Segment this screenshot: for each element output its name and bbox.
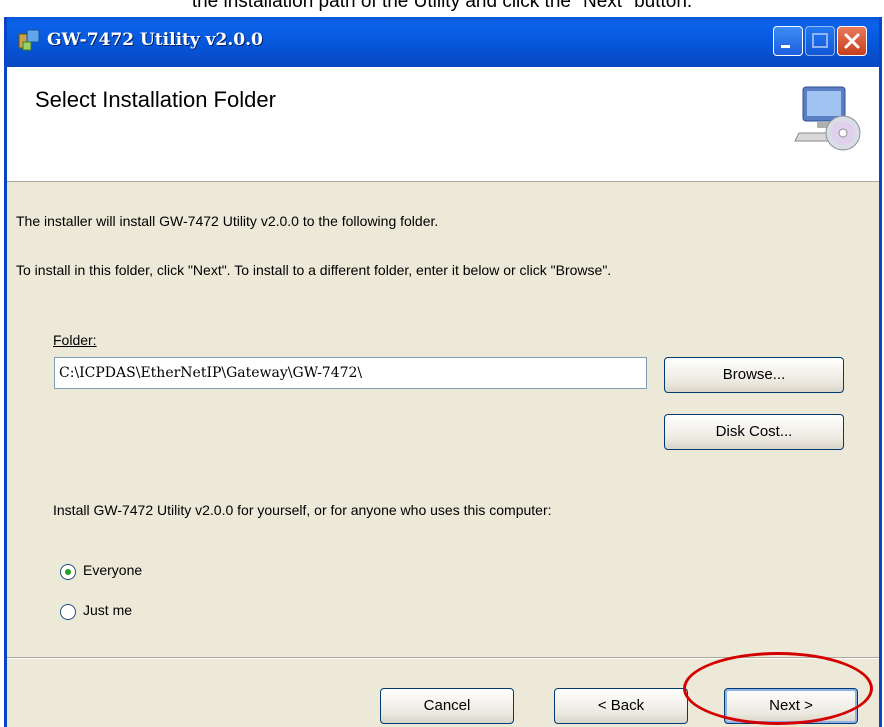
minimize-button[interactable] <box>773 26 803 56</box>
cancel-button[interactable]: Cancel <box>380 688 514 724</box>
browse-button[interactable]: Browse... <box>664 357 844 393</box>
back-button[interactable]: < Back <box>554 688 688 724</box>
next-button-highlight-circle <box>683 652 873 725</box>
maximize-button <box>805 26 835 56</box>
instruction-text: To install in this folder, click "Next".… <box>16 262 612 278</box>
instruction-caption: the installation path of the Utility and… <box>191 0 693 12</box>
radio-everyone-label[interactable]: Everyone <box>83 562 142 578</box>
disk-cost-button[interactable]: Disk Cost... <box>664 414 844 450</box>
computer-disc-icon <box>794 86 861 151</box>
intro-text: The installer will install GW-7472 Utili… <box>16 213 439 229</box>
page-title: Select Installation Folder <box>35 87 276 112</box>
minimize-icon <box>781 45 790 48</box>
title-bar[interactable]: GW-7472 Utility v2.0.0 <box>7 17 879 67</box>
radio-selected-dot <box>65 569 71 575</box>
maximize-icon <box>812 33 828 48</box>
dialog-header: Select Installation Folder <box>7 67 879 182</box>
folder-path-input[interactable]: C:\ICPDAS\EtherNetIP\Gateway\GW-7472\ <box>54 357 647 389</box>
install-for-text: Install GW-7472 Utility v2.0.0 for yours… <box>53 502 552 518</box>
installer-app-icon <box>18 29 40 51</box>
radio-everyone[interactable] <box>60 564 76 580</box>
folder-label: Folder: <box>53 332 97 348</box>
radio-just-me-label[interactable]: Just me <box>83 602 132 618</box>
window-title: GW-7472 Utility v2.0.0 <box>47 30 263 50</box>
close-button[interactable] <box>837 26 867 56</box>
installer-window: GW-7472 Utility v2.0.0 Select Installati… <box>4 17 882 727</box>
close-icon <box>844 33 860 49</box>
radio-just-me[interactable] <box>60 604 76 620</box>
